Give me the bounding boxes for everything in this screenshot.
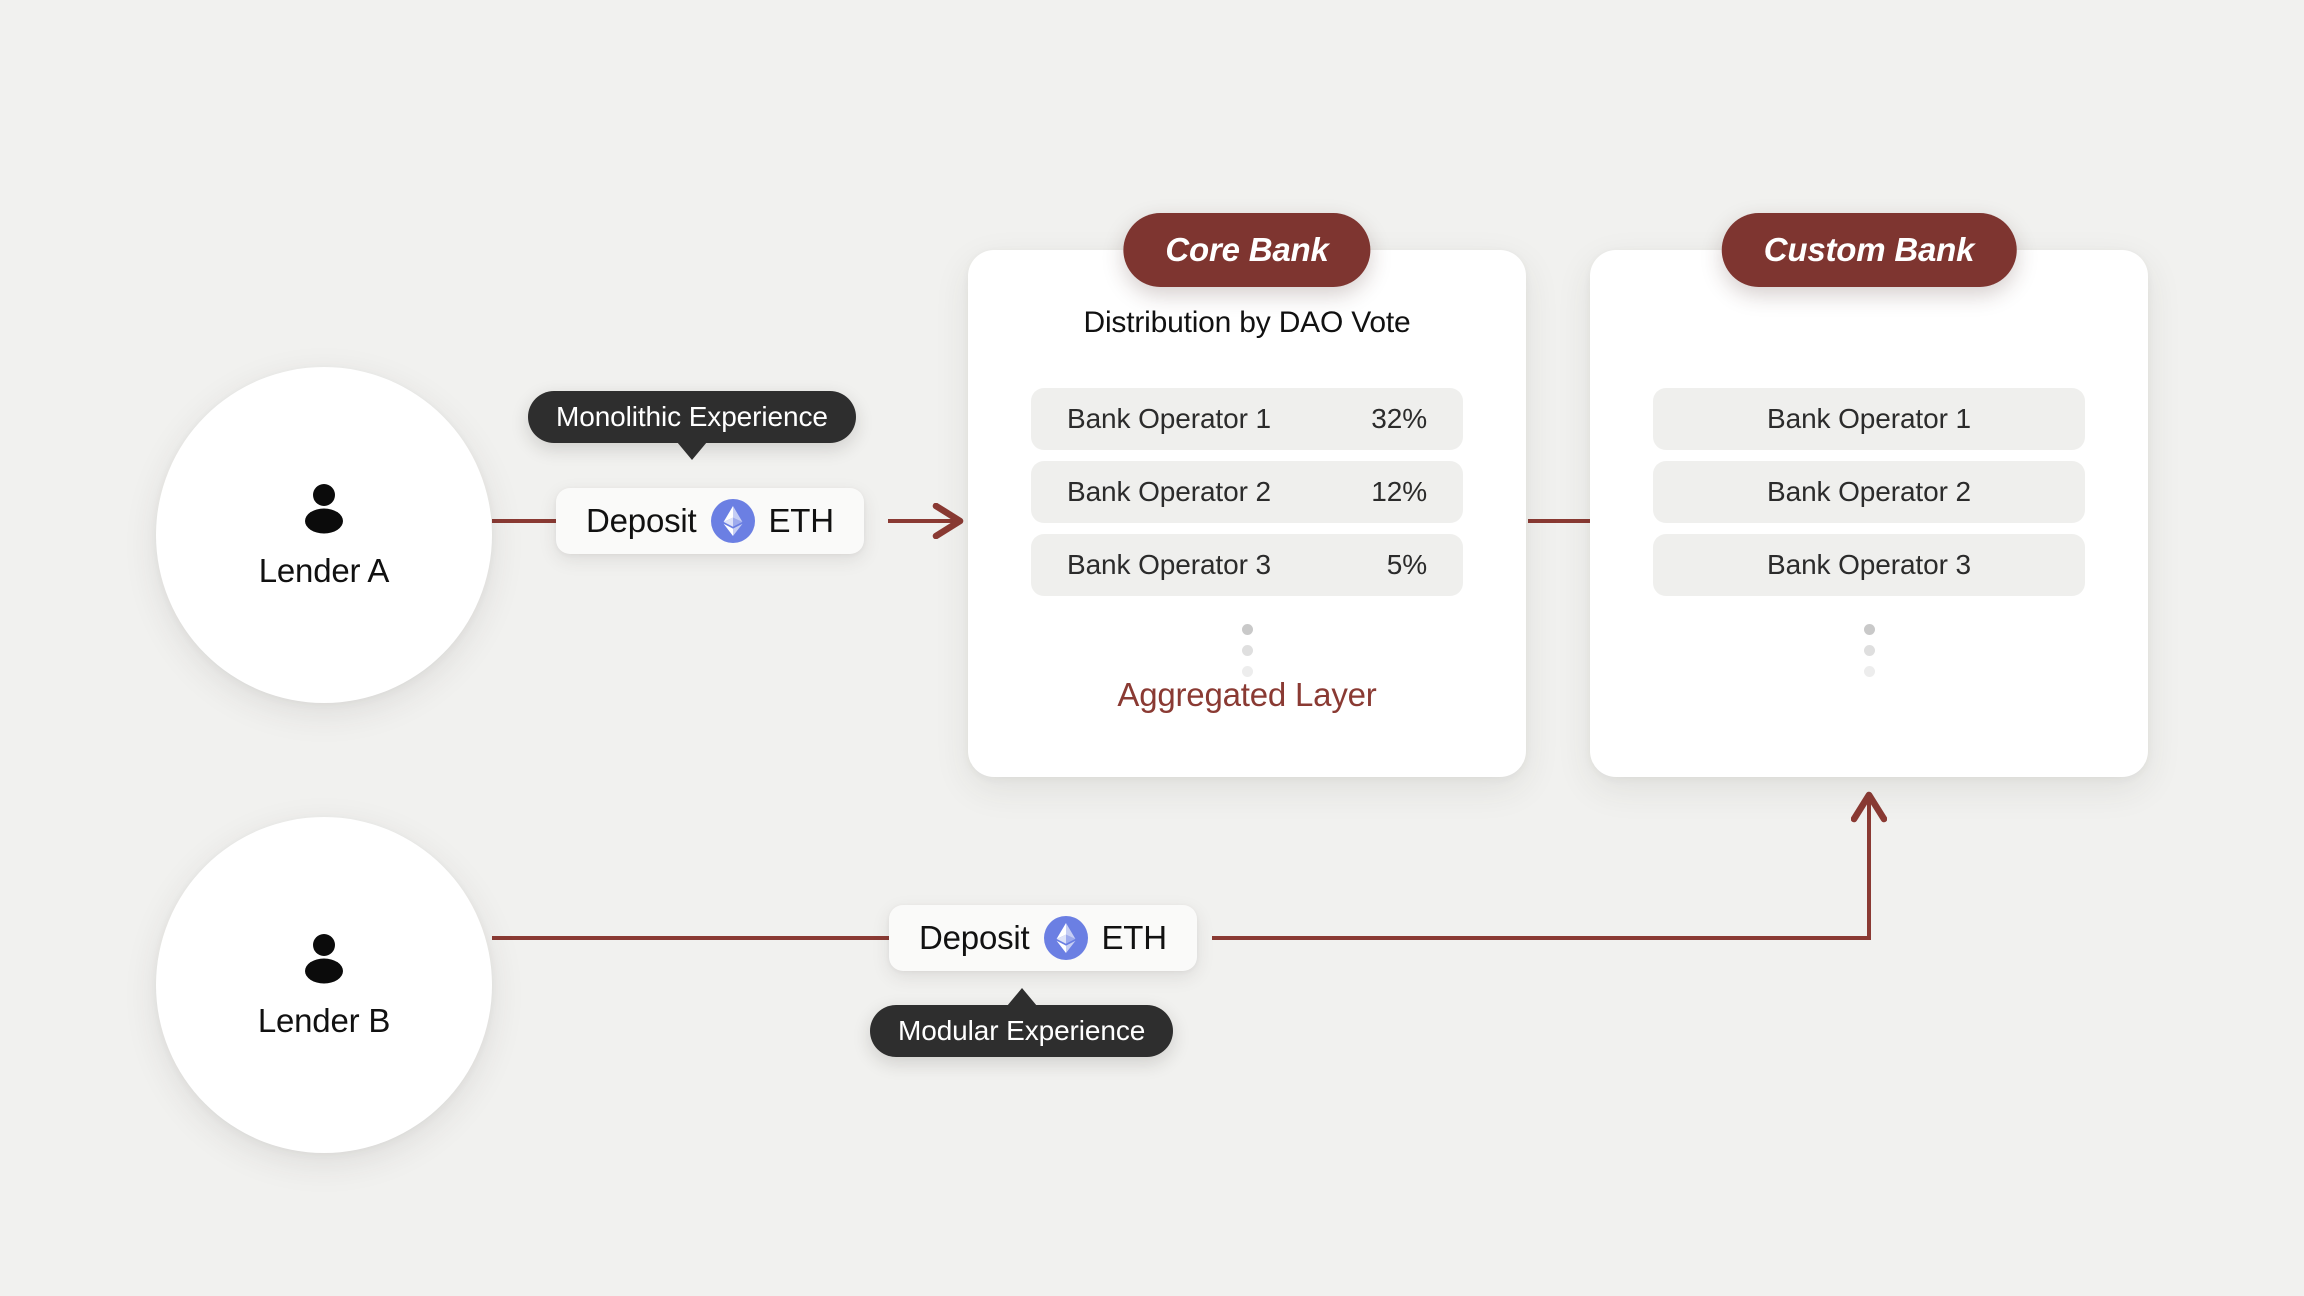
person-icon (305, 484, 343, 534)
deposit-eth-pill-a[interactable]: Deposit ETH (556, 488, 864, 554)
operator-percent: 12% (1371, 476, 1427, 507)
lender-a-label: Lender A (258, 552, 390, 589)
deposit-token: ETH (768, 502, 835, 539)
table-row[interactable]: Bank Operator 3 (1653, 534, 2085, 596)
custom-bank-card: Custom Bank Bank Operator 1 Bank Operato… (1590, 213, 2148, 777)
operator-percent: 5% (1386, 549, 1427, 580)
wire-deposit-b-to-custom (1212, 795, 1869, 940)
deposit-token: ETH (1101, 919, 1168, 956)
diagram-canvas: Lender A Lender B Monolithic Experience … (0, 0, 2304, 1296)
tooltip-label: Monolithic Experience (556, 401, 828, 432)
table-row[interactable]: Bank Operator 2 (1653, 461, 2085, 523)
operator-name: Bank Operator 2 (1767, 476, 1971, 507)
tooltip-monolithic-experience: Monolithic Experience (528, 391, 856, 460)
core-bank-operator-list: Bank Operator 1 32% Bank Operator 2 12% … (1031, 388, 1463, 596)
table-row[interactable]: Bank Operator 3 5% (1031, 534, 1463, 596)
operator-name: Bank Operator 2 (1067, 476, 1271, 507)
operator-percent: 32% (1371, 403, 1427, 434)
custom-bank-operator-list: Bank Operator 1 Bank Operator 2 Bank Ope… (1653, 388, 2085, 596)
custom-bank-pill-label: Custom Bank (1763, 231, 1975, 268)
ethereum-icon (1043, 916, 1088, 960)
person-icon (305, 934, 343, 984)
operator-name: Bank Operator 3 (1767, 549, 1971, 580)
tooltip-modular-experience: Modular Experience (870, 988, 1174, 1057)
table-row[interactable]: Bank Operator 2 12% (1031, 461, 1463, 523)
core-bank-card: Core Bank Distribution by DAO Vote Bank … (968, 213, 1526, 777)
operator-name: Bank Operator 3 (1067, 549, 1271, 580)
custom-bank-pill: Custom Bank (1721, 213, 2017, 287)
more-operators-ellipsis-icon (968, 624, 1526, 677)
tooltip-label: Modular Experience (898, 1015, 1146, 1046)
operator-name: Bank Operator 1 (1767, 403, 1971, 434)
deposit-eth-pill-b[interactable]: Deposit ETH (889, 905, 1197, 971)
deposit-label: Deposit (586, 502, 697, 539)
lender-a-node[interactable]: Lender A (156, 367, 492, 703)
deposit-label: Deposit (919, 919, 1030, 956)
core-bank-pill: Core Bank (1123, 213, 1371, 287)
core-bank-pill-label: Core Bank (1165, 231, 1329, 268)
core-bank-subtitle: Distribution by DAO Vote (1083, 306, 1411, 339)
table-row[interactable]: Bank Operator 1 32% (1031, 388, 1463, 450)
table-row[interactable]: Bank Operator 1 (1653, 388, 2085, 450)
operator-name: Bank Operator 1 (1067, 403, 1271, 434)
more-operators-ellipsis-icon (1590, 624, 2148, 677)
aggregated-layer-label: Aggregated Layer (1117, 676, 1377, 713)
lender-b-node[interactable]: Lender B (156, 817, 492, 1153)
ethereum-icon (710, 499, 755, 543)
lender-b-label: Lender B (257, 1002, 391, 1039)
